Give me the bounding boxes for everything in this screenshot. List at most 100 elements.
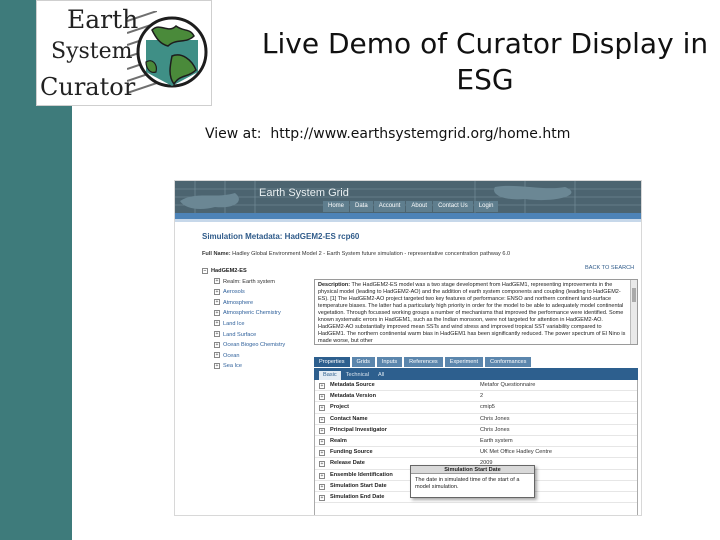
expand-icon[interactable]: + (319, 383, 325, 389)
subtab-technical[interactable]: Technical (342, 371, 373, 380)
row-value: Chris Jones (480, 426, 510, 433)
full-name-value: Hadley Global Environment Model 2 - Eart… (232, 251, 511, 257)
table-row[interactable]: + Metadata Source Metafor Questionnaire (315, 380, 637, 392)
row-key: Simulation Start Date (330, 482, 387, 489)
description-box[interactable]: Description: The HadGEM2-ES model was a … (314, 279, 638, 345)
expand-icon[interactable]: + (214, 320, 220, 327)
nav-about[interactable]: About (406, 201, 433, 212)
table-row[interactable]: + Project cmip5 (315, 402, 637, 414)
expand-icon[interactable]: + (319, 461, 325, 468)
description-scrollbar[interactable] (630, 280, 637, 344)
row-value: Chris Jones (480, 415, 510, 422)
row-key: Project (330, 404, 349, 411)
tab-experiment[interactable]: Experiment (444, 357, 484, 367)
row-value: UK Met Office Hadley Centre (480, 449, 553, 456)
expand-icon[interactable]: + (214, 278, 220, 285)
slide: Earth System Curator Live Demo of Curato… (0, 0, 720, 540)
tooltip-body: The date in simulated time of the start … (415, 477, 520, 490)
tab-references[interactable]: References (404, 357, 443, 367)
tree-item-atmosphere[interactable]: + Atmosphere (202, 298, 310, 309)
tooltip-popup: Simulation Start Date The date in simula… (410, 465, 535, 498)
tooltip-title: Simulation Start Date (411, 466, 534, 474)
row-key: Funding Source (330, 449, 373, 456)
tab-conformances[interactable]: Conformances (485, 357, 532, 367)
expand-icon[interactable]: + (319, 494, 325, 501)
description-text: Description: The HadGEM2-ES model was a … (318, 282, 630, 344)
row-key: Metadata Version (330, 393, 377, 400)
scrollbar-thumb[interactable] (632, 288, 636, 302)
logo-text-curator: Curator (40, 73, 136, 101)
esg-header: Earth System Grid Home Data Account Abou… (175, 181, 641, 213)
expand-icon[interactable]: + (319, 483, 325, 490)
expand-icon[interactable]: + (214, 362, 220, 369)
tree-item-sea-ice[interactable]: + Sea Ice (202, 361, 310, 372)
nav-home[interactable]: Home (323, 201, 350, 212)
collapse-icon[interactable]: − (202, 267, 208, 274)
expand-icon[interactable]: + (319, 427, 325, 434)
table-row[interactable]: + Realm Earth system (315, 436, 637, 448)
tree-root-label: HadGEM2-ES (211, 268, 247, 274)
tab-grids[interactable]: Grids (351, 357, 375, 367)
row-value: 2 (480, 393, 484, 400)
tree-item-aerosols[interactable]: + Aerosols (202, 287, 310, 298)
logo-text-earth: Earth (67, 5, 139, 34)
expand-icon[interactable]: + (214, 352, 220, 359)
tree-realm-item[interactable]: + Realm: Earth system (202, 277, 310, 288)
simulation-heading: Simulation Metadata: HadGEM2-ES rcp60 (202, 232, 360, 241)
expand-icon[interactable]: + (319, 416, 325, 423)
nav-account[interactable]: Account (373, 201, 406, 212)
subtabs: Basic Technical All (319, 371, 389, 380)
tree-item-label: Aerosols (223, 289, 245, 296)
nav-contact-us[interactable]: Contact Us (433, 201, 473, 212)
expand-icon[interactable]: + (214, 288, 220, 295)
tree-item-ocean-biogeo-chemistry[interactable]: + Ocean Biogeo Chemistry (202, 340, 310, 351)
table-row[interactable]: + Contact Name Chris Jones (315, 414, 637, 425)
row-key: Release Date (330, 460, 365, 467)
tree-item-land-ice[interactable]: + Land Ice (202, 319, 310, 330)
esg-nav-bar: Home Data Account About Contact Us Login (323, 201, 499, 212)
tree-item-label: Sea Ice (223, 363, 242, 370)
logo-text-system: System (51, 39, 133, 64)
tab-inputs[interactable]: Inputs (376, 357, 403, 367)
expand-icon[interactable]: + (214, 309, 220, 316)
tree-realm-label: Realm: Earth system (223, 278, 275, 285)
expand-icon[interactable]: + (319, 405, 325, 412)
tab-properties[interactable]: Properties (314, 357, 350, 367)
row-key: Principal Investigator (330, 426, 387, 433)
table-row[interactable]: + Funding Source UK Met Office Hadley Cent… (315, 447, 637, 459)
expand-icon[interactable]: + (214, 331, 220, 338)
table-row[interactable]: + Principal Investigator Chris Jones (315, 425, 637, 436)
expand-icon[interactable]: + (319, 472, 325, 479)
earth-system-curator-logo: Earth System Curator (36, 0, 212, 106)
expand-icon[interactable]: + (319, 394, 325, 401)
nav-data[interactable]: Data (350, 201, 373, 212)
back-to-search-link[interactable]: BACK TO SEARCH (585, 265, 634, 271)
expand-icon[interactable]: + (319, 438, 325, 445)
expand-icon[interactable]: + (319, 450, 325, 457)
esg-screenshot: Earth System Grid Home Data Account Abou… (174, 180, 642, 516)
metadata-tabs: Properties Grids Inputs References Exper… (314, 357, 533, 367)
tree-item-label: Ocean (223, 352, 240, 359)
component-tree: − HadGEM2-ES + Realm: Earth system + Aeroso… (202, 266, 310, 372)
tree-item-label: Land Surface (223, 331, 257, 338)
tree-item-atmospheric-chemistry[interactable]: + Atmospheric Chemistry (202, 308, 310, 319)
row-key: Contact Name (330, 415, 368, 422)
subtab-basic[interactable]: Basic (319, 371, 341, 380)
view-at-link-text: View at: http://www.earthsystemgrid.org/… (205, 126, 571, 142)
row-value: cmip5 (480, 404, 495, 411)
nav-login[interactable]: Login (473, 201, 499, 212)
row-key: Ensemble Identification (330, 471, 393, 478)
expand-icon[interactable]: + (214, 299, 220, 306)
full-name-line: Full Name: Hadley Global Environment Mod… (202, 251, 510, 257)
table-row[interactable]: + Metadata Version 2 (315, 391, 637, 403)
full-name-label: Full Name: (202, 251, 231, 257)
subtab-all[interactable]: All (374, 371, 388, 380)
row-value: Metafor Questionnaire (480, 382, 536, 388)
tree-root-item[interactable]: − HadGEM2-ES (202, 266, 310, 277)
tree-item-ocean[interactable]: + Ocean (202, 351, 310, 362)
expand-icon[interactable]: + (214, 341, 220, 348)
row-key: Realm (330, 437, 347, 444)
description-label: Description: (318, 282, 351, 288)
tree-item-label: Ocean Biogeo Chemistry (223, 342, 286, 349)
tree-item-land-surface[interactable]: + Land Surface (202, 330, 310, 341)
